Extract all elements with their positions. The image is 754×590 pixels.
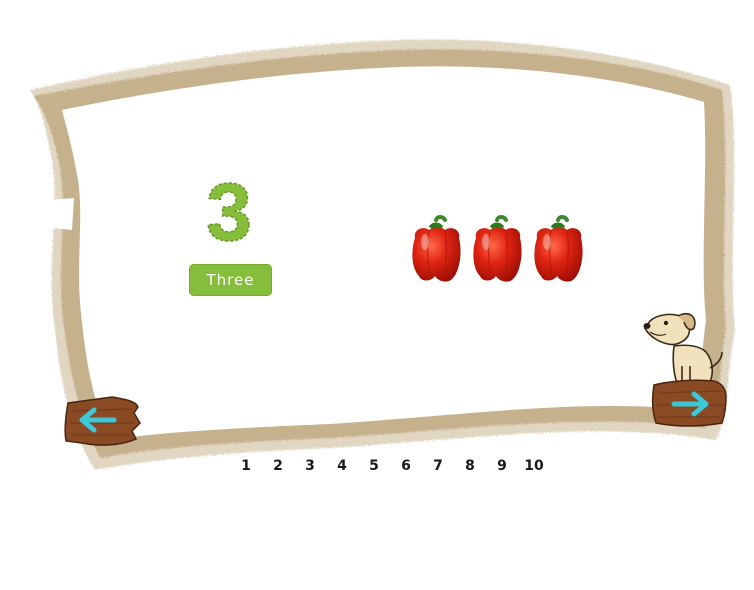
pepper-icon <box>412 215 461 282</box>
page-link-2[interactable]: 2 <box>262 458 294 474</box>
number-word-badge: Three <box>189 264 272 296</box>
page-link-9[interactable]: 9 <box>486 458 518 474</box>
game-stage: 3 Three 1 2 3 4 5 6 7 8 9 10 <box>0 0 754 590</box>
page-link-8[interactable]: 8 <box>454 458 486 474</box>
pepper-group <box>412 215 583 282</box>
page-link-4[interactable]: 4 <box>326 458 358 474</box>
numeral-3: 3 <box>205 170 252 250</box>
previous-button[interactable] <box>62 393 142 449</box>
page-link-3[interactable]: 3 <box>294 458 326 474</box>
page-link-1[interactable]: 1 <box>230 458 262 474</box>
page-link-7[interactable]: 7 <box>422 458 454 474</box>
page-link-5[interactable]: 5 <box>358 458 390 474</box>
pepper-icon <box>473 215 522 282</box>
page-link-10[interactable]: 10 <box>518 458 550 474</box>
page-number-bar: 1 2 3 4 5 6 7 8 9 10 <box>230 455 560 477</box>
svg-text:3: 3 <box>206 170 252 250</box>
page-link-6[interactable]: 6 <box>390 458 422 474</box>
next-button[interactable] <box>650 377 728 429</box>
pepper-icon <box>534 215 583 282</box>
